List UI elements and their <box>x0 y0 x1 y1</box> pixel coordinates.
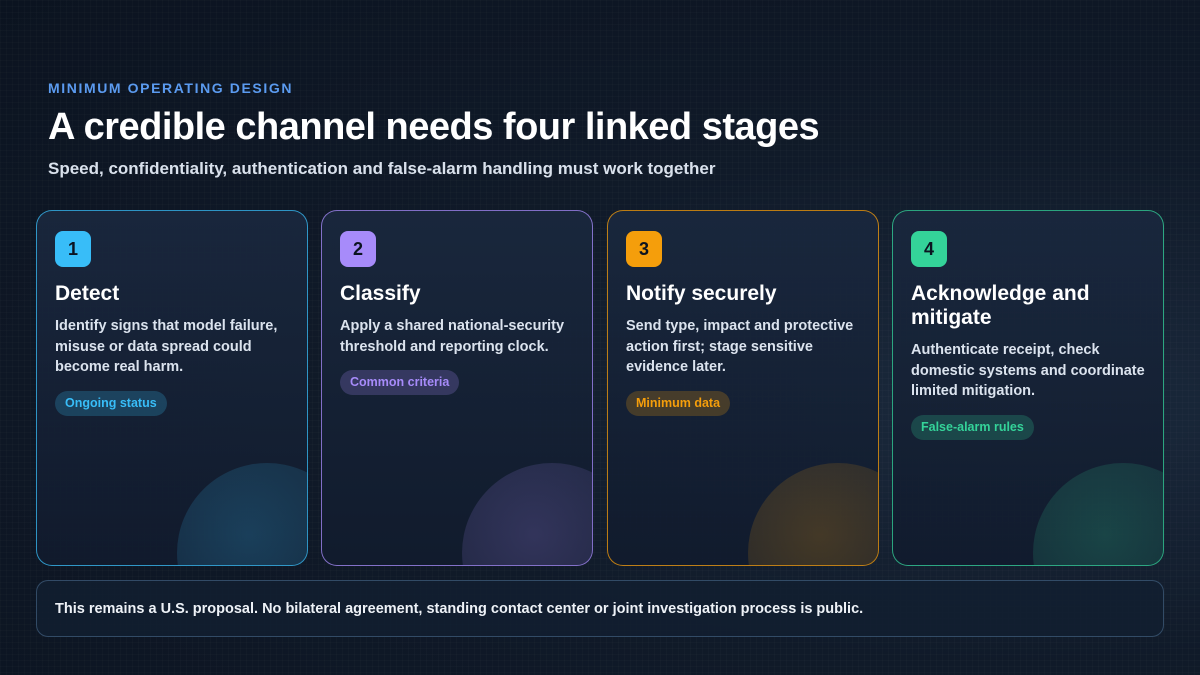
card-decoration <box>1033 463 1163 565</box>
stage-title: Detect <box>55 282 120 305</box>
stage-description: Authenticate receipt, check domestic sys… <box>911 342 1145 399</box>
footer-note-text: This remains a U.S. proposal. No bilater… <box>55 600 864 617</box>
stage-description: Apply a shared national-security thresho… <box>340 318 565 355</box>
page-subtitle: Speed, confidentiality, authentication a… <box>48 159 716 178</box>
eyebrow-label: MINIMUM OPERATING DESIGN <box>48 80 294 96</box>
stage-card-detect: 1 Detect Identify signs that model failu… <box>36 210 308 566</box>
footer-note: This remains a U.S. proposal. No bilater… <box>36 580 1164 637</box>
stage-card-acknowledge: 4 Acknowledge and mitigate Authenticate … <box>892 210 1164 566</box>
stage-title: Acknowledge and mitigate <box>911 282 1090 329</box>
stage-number-badge: 4 <box>911 231 947 267</box>
stage-number-badge: 2 <box>340 231 376 267</box>
card-decoration <box>462 463 592 565</box>
stage-card-notify: 3 Notify securely Send type, impact and … <box>607 210 879 566</box>
page-title: A credible channel needs four linked sta… <box>48 106 820 148</box>
stage-card-classify: 2 Classify Apply a shared national-secur… <box>321 210 593 566</box>
card-decoration <box>177 463 307 565</box>
stage-tag: Minimum data <box>626 390 731 416</box>
stage-number-badge: 1 <box>55 231 91 267</box>
stage-title: Notify securely <box>626 282 777 305</box>
stage-tag: Ongoing status <box>55 390 167 416</box>
stage-description: Identify signs that model failure, misus… <box>55 318 278 375</box>
card-decoration <box>748 463 878 565</box>
stage-title: Classify <box>340 282 421 305</box>
stage-number-badge: 3 <box>626 231 662 267</box>
stage-description: Send type, impact and protective action … <box>626 318 854 375</box>
stage-tag: Common criteria <box>340 370 460 395</box>
stage-tag: False-alarm rules <box>911 414 1034 440</box>
